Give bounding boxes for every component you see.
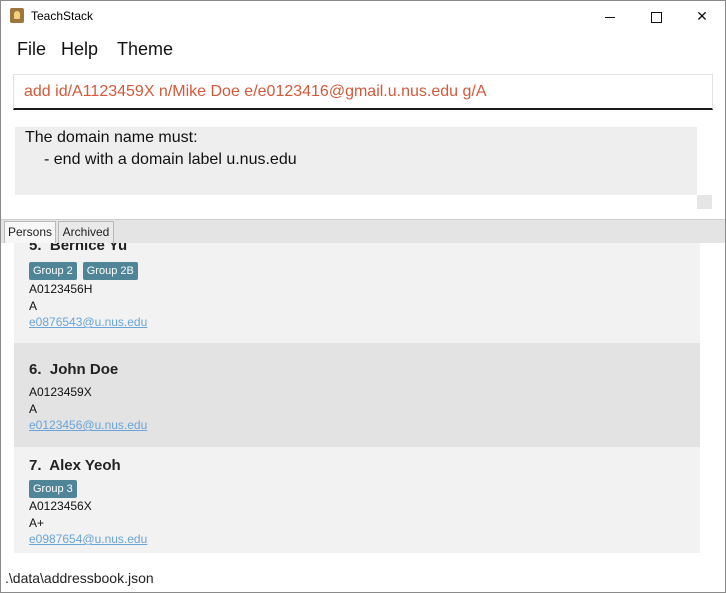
result-display[interactable]: The domain name must: - end with a domai… xyxy=(15,127,697,195)
menu-theme[interactable]: Theme xyxy=(117,39,173,60)
close-icon: ✕ xyxy=(696,8,708,24)
minimize-icon xyxy=(605,16,615,18)
person-grade: A xyxy=(29,299,38,313)
menu-help[interactable]: Help xyxy=(61,39,98,60)
data-file-path: .\data\addressbook.json xyxy=(5,570,154,586)
tag-badge: Group 2B xyxy=(82,262,138,280)
maximize-icon xyxy=(650,11,662,23)
person-id: A0123456H xyxy=(29,282,93,296)
person-grade: A xyxy=(29,402,38,416)
person-id: A0123456X xyxy=(29,499,92,513)
window-title: TeachStack xyxy=(31,9,94,23)
person-id: A0123459X xyxy=(29,385,92,399)
status-bar: .\data\addressbook.json xyxy=(1,564,725,592)
command-input[interactable] xyxy=(24,75,704,109)
tag-badge: Group 2 xyxy=(29,262,77,280)
person-name: 7. Alex Yeoh xyxy=(29,457,121,474)
menu-file[interactable]: File xyxy=(17,39,46,60)
app-icon xyxy=(10,8,24,23)
person-list[interactable]: 5. Bernice Yu Group 2 Group 2B A0123456H … xyxy=(1,243,725,564)
menu-bar: File Help Theme xyxy=(1,35,725,65)
maximize-button[interactable] xyxy=(633,1,679,31)
person-name: 5. Bernice Yu xyxy=(29,243,128,254)
tab-bar: Persons Archived xyxy=(1,219,725,244)
person-email-link[interactable]: e0123456@u.nus.edu xyxy=(29,418,147,432)
person-tags: Group 2 Group 2B xyxy=(29,261,144,280)
person-email-link[interactable]: e0987654@u.nus.edu xyxy=(29,532,147,546)
person-grade: A+ xyxy=(29,516,45,530)
person-tags: Group 3 xyxy=(29,479,83,498)
command-box xyxy=(13,74,713,110)
minimize-button[interactable] xyxy=(587,1,633,31)
person-email-link[interactable]: e0876543@u.nus.edu xyxy=(29,315,147,329)
person-card[interactable]: 5. Bernice Yu Group 2 Group 2B A0123456H … xyxy=(14,243,700,343)
app-window: TeachStack ✕ File Help Theme The domain … xyxy=(0,0,726,593)
tag-badge: Group 3 xyxy=(29,480,77,498)
title-bar[interactable]: TeachStack ✕ xyxy=(1,1,725,31)
person-card[interactable]: 6. John Doe A0123459X A e0123456@u.nus.e… xyxy=(14,343,700,447)
person-card[interactable]: 7. Alex Yeoh Group 3 A0123456X A+ e09876… xyxy=(14,447,700,553)
result-message-detail: - end with a domain label u.nus.edu xyxy=(44,151,297,168)
tab-persons[interactable]: Persons xyxy=(4,221,56,243)
result-scrollbar-corner xyxy=(697,195,712,209)
result-message-line: The domain name must: xyxy=(25,129,198,146)
close-button[interactable]: ✕ xyxy=(679,1,725,31)
tab-archived[interactable]: Archived xyxy=(58,221,114,243)
person-name: 6. John Doe xyxy=(29,361,119,378)
